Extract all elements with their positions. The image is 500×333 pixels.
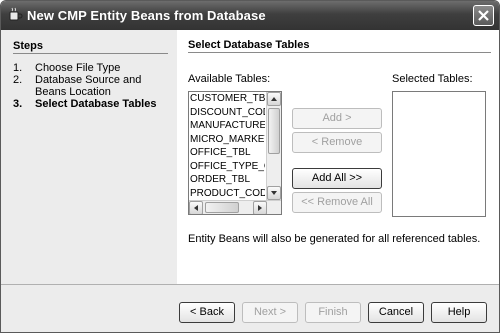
- cancel-button[interactable]: Cancel: [368, 302, 424, 323]
- wizard-window: New CMP Entity Beans from Database Steps…: [0, 0, 500, 333]
- arrow-right-icon: [258, 205, 262, 211]
- close-button[interactable]: [473, 5, 494, 26]
- coffee-cup-icon: [9, 7, 23, 21]
- selected-tables-label: Selected Tables:: [392, 73, 473, 85]
- add-all-button[interactable]: Add All >>: [292, 168, 382, 189]
- list-item[interactable]: ORDER_TBL: [189, 173, 265, 187]
- close-icon: [478, 10, 489, 21]
- vertical-scrollbar[interactable]: [266, 92, 281, 200]
- step-number: 3.: [13, 98, 23, 110]
- main-panel: Select Database Tables Available Tables:…: [177, 30, 499, 284]
- page-title: Select Database Tables: [188, 39, 310, 51]
- steps-heading: Steps: [13, 40, 43, 52]
- arrow-down-icon: [271, 191, 277, 195]
- list-item[interactable]: PRODUCT_CODE_: [189, 187, 265, 201]
- scroll-right-button[interactable]: [253, 201, 267, 214]
- list-item[interactable]: CUSTOMER_TBL: [189, 92, 265, 106]
- step-label: Select Database Tables: [35, 98, 157, 110]
- list-item[interactable]: MICRO_MARKETS_: [189, 133, 265, 147]
- list-item[interactable]: DISCOUNT_CODE_: [189, 106, 265, 120]
- finish-button[interactable]: Finish: [305, 302, 361, 323]
- available-tables-items: CUSTOMER_TBL DISCOUNT_CODE_ MANUFACTURE_…: [189, 92, 265, 200]
- step-number: 2.: [13, 74, 23, 86]
- vertical-scroll-thumb[interactable]: [268, 108, 280, 154]
- step-item-current: 3. Select Database Tables: [13, 98, 173, 110]
- scroll-down-button[interactable]: [267, 186, 281, 200]
- step-label: Database Source and Beans Location: [35, 74, 142, 98]
- scroll-left-button[interactable]: [189, 201, 203, 214]
- steps-panel: Steps 1. Choose File Type 2. Database So…: [1, 30, 177, 284]
- selected-tables-list[interactable]: [392, 91, 486, 217]
- horizontal-scrollbar[interactable]: [189, 200, 281, 214]
- back-button[interactable]: < Back: [179, 302, 235, 323]
- help-button[interactable]: Help: [431, 302, 487, 323]
- step-item: 2. Database Source and Beans Location: [13, 74, 173, 98]
- referenced-tables-note: Entity Beans will also be generated for …: [188, 233, 481, 245]
- steps-divider: [13, 53, 168, 54]
- list-item[interactable]: OFFICE_TYPE_CO: [189, 160, 265, 174]
- wizard-footer: < Back Next > Finish Cancel Help: [1, 285, 499, 332]
- add-button[interactable]: Add >: [292, 108, 382, 129]
- available-tables-list[interactable]: CUSTOMER_TBL DISCOUNT_CODE_ MANUFACTURE_…: [188, 91, 282, 215]
- window-title: New CMP Entity Beans from Database: [27, 8, 266, 23]
- title-bar[interactable]: New CMP Entity Beans from Database: [1, 1, 499, 30]
- steps-list: 1. Choose File Type 2. Database Source a…: [13, 62, 173, 110]
- remove-all-button[interactable]: << Remove All: [292, 192, 382, 213]
- step-label: Choose File Type: [35, 62, 121, 74]
- list-item[interactable]: MANUFACTURE_T: [189, 119, 265, 133]
- arrow-left-icon: [194, 205, 198, 211]
- list-item[interactable]: OFFICE_TBL: [189, 146, 265, 160]
- horizontal-scroll-thumb[interactable]: [205, 202, 239, 213]
- scroll-up-button[interactable]: [267, 92, 281, 106]
- next-button[interactable]: Next >: [242, 302, 298, 323]
- step-number: 1.: [13, 62, 23, 74]
- title-divider: [188, 52, 491, 53]
- available-tables-label: Available Tables:: [188, 73, 271, 85]
- arrow-up-icon: [271, 97, 277, 101]
- remove-button[interactable]: < Remove: [292, 132, 382, 153]
- step-item: 1. Choose File Type: [13, 62, 173, 74]
